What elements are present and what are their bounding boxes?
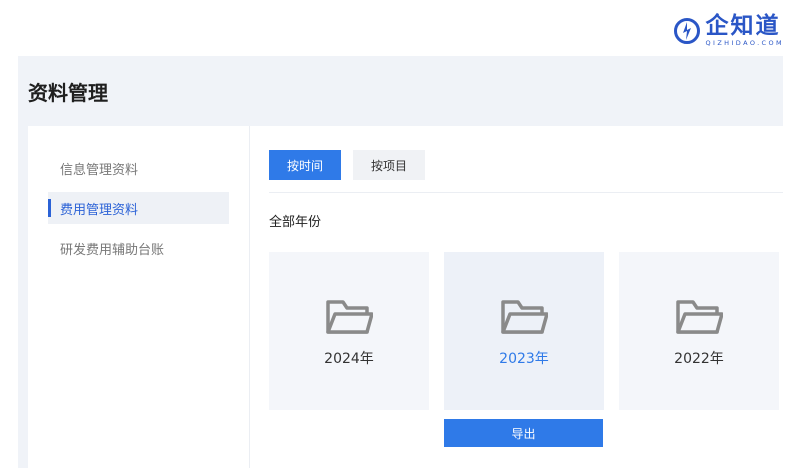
tab-by-project[interactable]: 按项目: [353, 150, 425, 180]
folder-icon: [676, 300, 723, 334]
panel-header: 资料管理: [18, 56, 783, 126]
sidebar-item-label: 费用管理资料: [60, 202, 139, 218]
export-button[interactable]: 导出: [444, 419, 603, 447]
page-title: 资料管理: [28, 80, 108, 105]
folder-icon: [326, 300, 373, 334]
folder-card-2024[interactable]: 2024年: [269, 252, 429, 410]
content-area: 信息管理资料 费用管理资料 研发费用辅助台账 按时间 按项目 全部年份 2024…: [28, 126, 783, 468]
app-root: 企知道 QIZHIDAO.COM 资料管理 信息管理资料 费用管理资料 研发费用…: [0, 0, 800, 468]
folder-label: 2023年: [499, 351, 549, 367]
main-content: 按时间 按项目 全部年份 2024年 2023年 2022年 导出: [250, 126, 783, 468]
folder-label: 2024年: [324, 351, 374, 367]
brand-logo: 企知道 QIZHIDAO.COM: [673, 13, 785, 47]
logo-subtitle: QIZHIDAO.COM: [705, 39, 784, 47]
folder-card-2023[interactable]: 2023年: [444, 252, 604, 410]
logo-mark-icon: [673, 17, 700, 44]
logo-name: 企知道: [705, 13, 781, 39]
tab-bar: 按时间 按项目: [269, 150, 783, 193]
sidebar-item-label: 研发费用辅助台账: [60, 242, 165, 258]
sidebar: 信息管理资料 费用管理资料 研发费用辅助台账: [28, 126, 250, 468]
folder-icon: [501, 300, 548, 334]
section-label: 全部年份: [269, 215, 322, 230]
sidebar-item-rd-ledger[interactable]: 研发费用辅助台账: [48, 232, 229, 264]
folder-grid: 2024年 2023年 2022年: [269, 252, 779, 410]
sidebar-item-info[interactable]: 信息管理资料: [48, 152, 229, 184]
sidebar-item-label: 信息管理资料: [60, 162, 139, 178]
main-panel: 资料管理 信息管理资料 费用管理资料 研发费用辅助台账 按时间 按项目 全部年份…: [18, 56, 783, 468]
folder-card-2022[interactable]: 2022年: [619, 252, 779, 410]
sidebar-item-expense[interactable]: 费用管理资料: [48, 192, 229, 224]
tab-by-time[interactable]: 按时间: [269, 150, 341, 180]
folder-label: 2022年: [674, 351, 724, 367]
